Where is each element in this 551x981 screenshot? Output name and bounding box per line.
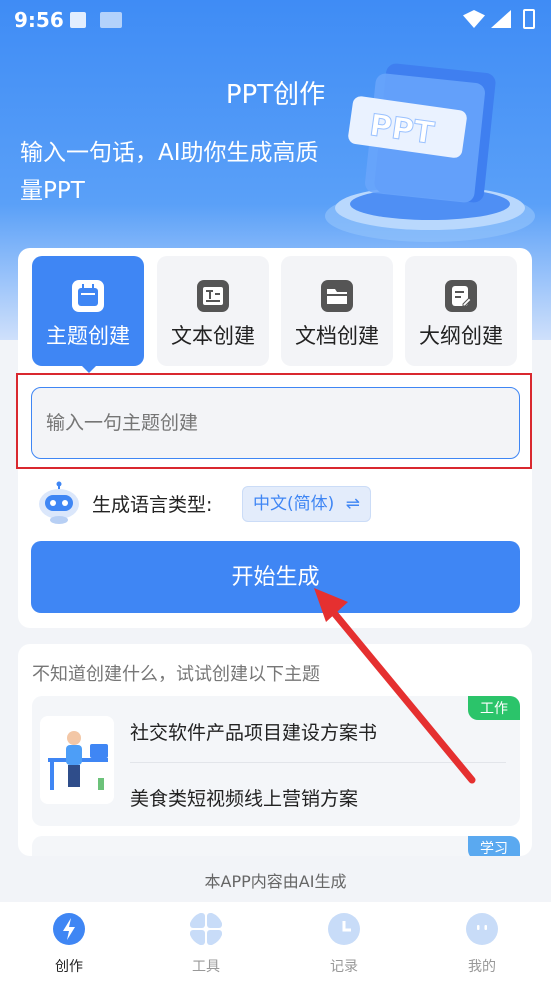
lightning-icon <box>53 913 85 945</box>
status-bar: 9:56 <box>0 0 551 40</box>
status-time: 9:56 <box>14 8 64 32</box>
tab-label: 文档创建 <box>295 324 379 348</box>
language-type-label: 生成语言类型: <box>92 494 213 516</box>
tab-label: 大纲创建 <box>419 324 503 348</box>
start-generate-button[interactable]: 开始生成 <box>31 541 520 613</box>
tab-outline-create[interactable]: 大纲创建 <box>405 256 517 366</box>
topic-input[interactable] <box>31 387 520 459</box>
nav-item-records[interactable]: 记录 <box>299 912 389 976</box>
tab-label: 主题创建 <box>46 324 130 348</box>
nav-item-mine[interactable]: 我的 <box>437 912 527 976</box>
nav-item-create[interactable]: 创作 <box>24 912 114 976</box>
nav-label: 记录 <box>330 959 358 975</box>
keyboard-icon <box>100 12 122 28</box>
nav-label: 我的 <box>468 959 496 975</box>
nav-label: 工具 <box>192 959 220 975</box>
keyboard-a-icon <box>70 12 86 28</box>
swap-icon: ⇌ <box>345 494 360 514</box>
nav-item-tools[interactable]: 工具 <box>161 912 251 976</box>
nav-label: 创作 <box>55 959 83 975</box>
language-selector[interactable]: 中文(简体) ⇌ <box>242 486 371 522</box>
topic-group-study: 学习 <box>32 836 520 856</box>
outline-edit-icon <box>445 280 477 312</box>
office-worker-illustration-icon <box>40 716 114 804</box>
tab-document-create[interactable]: 文档创建 <box>281 256 393 366</box>
hero-subtitle: 输入一句话，AI助你生成高质量PPT <box>20 140 319 204</box>
suggestion-hint: 不知道创建什么，试试创建以下主题 <box>32 664 320 685</box>
topic-item[interactable]: 美食类短视频线上营销方案 <box>130 784 358 811</box>
calendar-icon <box>72 280 104 312</box>
tag-badge-work: 工作 <box>468 696 520 720</box>
tab-topic-create[interactable]: 主题创建 <box>32 256 144 373</box>
clock-icon <box>328 913 360 945</box>
ai-content-disclaimer: 本APP内容由AI生成 <box>204 872 347 891</box>
robot-icon <box>39 481 79 524</box>
divider <box>130 762 506 763</box>
grid-icon <box>190 913 222 945</box>
tab-text-create[interactable]: 文本创建 <box>157 256 269 366</box>
chat-face-icon <box>466 913 498 945</box>
tag-badge-study: 学习 <box>468 836 520 856</box>
topic-item[interactable]: 社交软件产品项目建设方案书 <box>130 718 377 745</box>
ppt-illustration-icon: PPT <box>325 63 535 242</box>
tab-label: 文本创建 <box>171 324 255 348</box>
language-value: 中文(简体) <box>253 494 335 514</box>
suggestion-panel: 不知道创建什么，试试创建以下主题 社交软件产品项目建设方案书 美食类短视频线上营… <box>18 644 532 856</box>
text-icon <box>197 280 229 312</box>
battery-icon <box>523 9 535 29</box>
signal-icon <box>491 10 511 28</box>
bottom-nav-bar: 创作 工具 记录 我的 <box>0 902 551 981</box>
folder-icon <box>321 280 353 312</box>
wifi-icon <box>463 10 485 28</box>
active-tab-pointer <box>80 364 98 373</box>
topic-group-work: 社交软件产品项目建设方案书 美食类短视频线上营销方案 工作 <box>32 696 520 826</box>
